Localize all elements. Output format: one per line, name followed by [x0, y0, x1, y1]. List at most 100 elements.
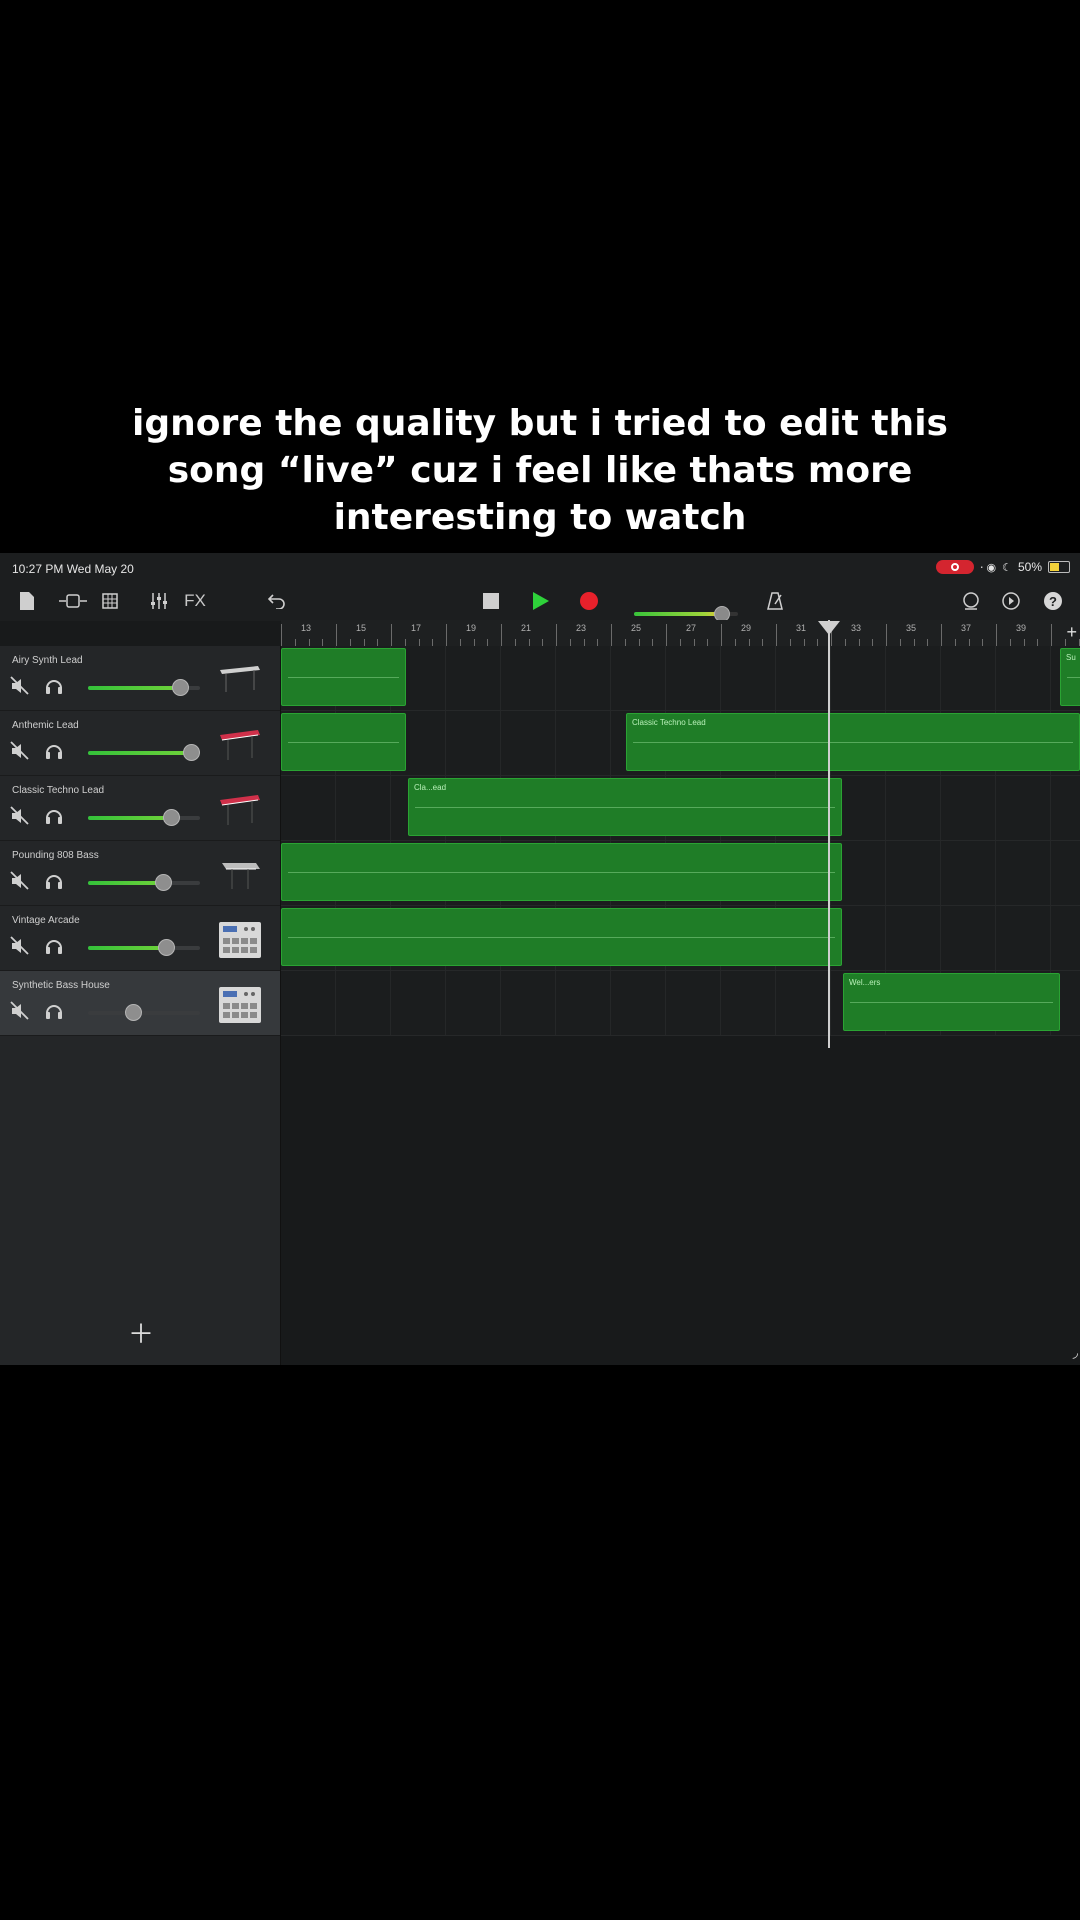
play-button[interactable]	[526, 581, 556, 621]
midi-notes	[288, 872, 835, 873]
mute-icon[interactable]	[10, 806, 30, 826]
mute-icon[interactable]	[10, 676, 30, 696]
ruler-tick	[308, 639, 310, 646]
mute-icon[interactable]	[10, 936, 30, 956]
track-volume-knob[interactable]	[124, 1004, 142, 1021]
track-header[interactable]: Classic Techno Lead	[0, 776, 280, 841]
drum-machine-icon[interactable]	[218, 920, 262, 960]
midi-region[interactable]: Cla...ead	[408, 778, 842, 836]
master-volume-fill	[634, 612, 723, 616]
midi-region[interactable]	[281, 908, 842, 966]
help-icon[interactable]: ?	[1040, 581, 1066, 621]
ruler-tick	[363, 639, 365, 646]
track-volume-slider[interactable]	[88, 874, 200, 891]
track-volume-knob[interactable]	[155, 874, 173, 891]
midi-region[interactable]	[281, 648, 406, 706]
track-lane[interactable]: Su	[281, 646, 1080, 711]
track-volume-slider[interactable]	[88, 809, 200, 826]
toolbar: FX ?	[0, 581, 1080, 621]
ruler-tick	[982, 639, 984, 646]
mixer-icon[interactable]	[146, 581, 172, 621]
ruler-tick	[281, 624, 282, 646]
midi-notes	[633, 742, 1073, 743]
track-volume-slider[interactable]	[88, 939, 200, 956]
ruler-bar-number: 31	[796, 623, 807, 633]
fx-button[interactable]: FX	[180, 581, 210, 621]
ruler-tick	[624, 639, 626, 646]
ruler-tick	[762, 639, 764, 646]
master-volume-slider[interactable]	[634, 606, 738, 622]
playhead[interactable]	[828, 620, 830, 1048]
headphones-icon[interactable]	[44, 806, 64, 826]
midi-region[interactable]: Classic Techno Lead	[626, 713, 1080, 771]
track-lane[interactable]: Classic Techno Lead	[281, 711, 1080, 776]
track-name: Synthetic Bass House	[12, 980, 110, 991]
add-track-icon[interactable]: ＋	[128, 1314, 154, 1351]
ruler-tick	[968, 639, 970, 646]
track-volume-knob[interactable]	[171, 679, 189, 696]
tracks-grid-icon[interactable]	[98, 581, 122, 621]
loop-browser-icon[interactable]	[958, 581, 984, 621]
drum-machine-icon[interactable]	[218, 985, 262, 1025]
mute-icon[interactable]	[10, 1001, 30, 1021]
track-volume-slider[interactable]	[88, 744, 201, 761]
battery-icon	[1048, 561, 1070, 573]
ruler-tick	[528, 639, 530, 646]
red-keyboard-icon[interactable]	[218, 790, 262, 830]
region-name: Su	[1066, 653, 1076, 662]
headphones-icon[interactable]	[44, 871, 64, 891]
ruler-tick	[459, 639, 461, 646]
midi-region[interactable]: Wel...ers	[843, 973, 1060, 1031]
midi-notes	[288, 677, 399, 678]
record-button[interactable]	[576, 581, 602, 621]
battery-percent: 50%	[1017, 560, 1042, 574]
track-name: Vintage Arcade	[12, 915, 80, 926]
ruler-tick	[721, 624, 722, 646]
ruler-bar-number: 15	[356, 623, 367, 633]
track-header[interactable]: Vintage Arcade	[0, 906, 280, 971]
midi-region[interactable]	[281, 713, 406, 771]
grey-synth-icon[interactable]	[218, 855, 262, 895]
track-lane[interactable]	[281, 841, 1080, 906]
ruler-bar-number: 37	[961, 623, 972, 633]
track-volume-knob[interactable]	[158, 939, 176, 956]
track-volume-slider[interactable]	[88, 1004, 200, 1021]
headphones-icon[interactable]	[44, 676, 64, 696]
track-volume-knob[interactable]	[162, 809, 180, 826]
settings-icon[interactable]	[998, 581, 1024, 621]
ruler-tick	[569, 639, 571, 646]
ruler-tick	[294, 639, 296, 646]
track-volume-knob[interactable]	[183, 744, 201, 761]
track-lane[interactable]	[281, 906, 1080, 971]
track-header[interactable]: Pounding 808 Bass	[0, 841, 280, 906]
headphones-icon[interactable]	[44, 936, 64, 956]
mute-icon[interactable]	[10, 871, 30, 891]
region-name: Classic Techno Lead	[632, 718, 706, 727]
ruler-tick	[1064, 639, 1066, 646]
my-songs-icon[interactable]	[14, 581, 40, 621]
timeline-ruler[interactable]: + 13 15 17 19 21 23 25 27 29 31 33 35 37 39	[281, 620, 1080, 647]
undo-icon[interactable]	[262, 581, 292, 621]
ruler-tick	[432, 639, 434, 646]
midi-region[interactable]: Su	[1060, 648, 1080, 706]
playhead-handle[interactable]	[818, 621, 840, 635]
view-toggle-icon[interactable]	[56, 581, 90, 621]
track-lane[interactable]: Wel...ers	[281, 971, 1080, 1036]
stop-button[interactable]	[478, 581, 504, 621]
track-volume-slider[interactable]	[88, 679, 200, 696]
add-section-icon[interactable]: +	[1066, 622, 1077, 643]
region-name: Wel...ers	[849, 978, 881, 987]
track-header[interactable]: Synthetic Bass House	[0, 971, 280, 1036]
track-name: Airy Synth Lead	[12, 655, 83, 666]
headphones-icon[interactable]	[44, 1001, 64, 1021]
track-lane[interactable]: Cla...ead	[281, 776, 1080, 841]
midi-region[interactable]	[281, 843, 842, 901]
ruler-tick	[679, 639, 681, 646]
metronome-icon[interactable]	[762, 581, 788, 621]
mute-icon[interactable]	[10, 741, 30, 761]
red-keyboard-icon[interactable]	[218, 725, 262, 765]
track-header[interactable]: Anthemic Lead	[0, 711, 280, 776]
synth-keyboard-icon[interactable]	[218, 660, 262, 700]
headphones-icon[interactable]	[44, 741, 64, 761]
track-header[interactable]: Airy Synth Lead	[0, 646, 280, 711]
